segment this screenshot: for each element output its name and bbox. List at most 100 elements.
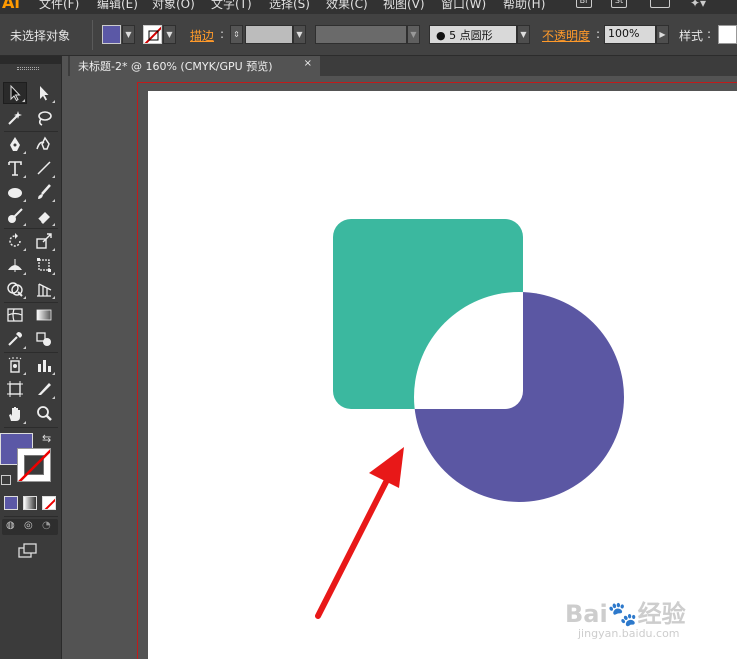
document-tab-title: 未标题-2* @ 160% (CMYK/GPU 预览) <box>78 60 273 73</box>
mesh-tool[interactable] <box>3 304 27 326</box>
gradient-tool[interactable] <box>32 304 56 326</box>
menu-window[interactable]: 窗口(W) <box>441 0 486 12</box>
perspective-grid-icon <box>37 283 52 297</box>
profile-dropdown[interactable]: ▼ <box>407 25 420 44</box>
variable-width-profile[interactable] <box>315 25 407 44</box>
magic-wand-tool[interactable] <box>3 107 27 129</box>
slice-icon <box>38 383 51 395</box>
scale-icon <box>36 233 52 249</box>
no-stroke-icon <box>144 26 161 43</box>
eyedropper-tool[interactable] <box>3 328 27 350</box>
hand-tool[interactable] <box>3 403 27 425</box>
paintbrush-icon <box>38 184 51 199</box>
line-segment-icon <box>37 161 51 175</box>
brush-dropdown[interactable]: ▼ <box>517 25 530 44</box>
none-mode-button[interactable] <box>42 496 56 510</box>
default-fill-stroke-icon[interactable] <box>1 475 11 485</box>
paintbrush-tool[interactable] <box>32 181 56 203</box>
line-segment-tool[interactable] <box>32 157 56 179</box>
zoom-icon <box>37 406 52 421</box>
opacity-field[interactable]: 100% <box>604 25 656 44</box>
artboard-icon <box>7 381 23 397</box>
eraser-icon <box>37 212 50 224</box>
slice-tool[interactable] <box>32 378 56 400</box>
draw-inside-icon[interactable]: ◔ <box>42 520 51 531</box>
menu-object[interactable]: 对象(O) <box>152 0 195 12</box>
stroke-color-box[interactable] <box>17 448 51 482</box>
direct-selection-icon <box>40 86 49 101</box>
tools-panel: ⇆ ◍ ◎ ◔ <box>0 56 62 659</box>
width-icon <box>8 259 22 272</box>
color-mode-button[interactable] <box>4 496 18 510</box>
canvas-area[interactable]: Bai🐾经验 jingyan.baidu.com <box>68 76 737 659</box>
direct-selection-tool[interactable] <box>32 82 56 104</box>
selection-tool[interactable] <box>3 82 27 104</box>
fill-dropdown[interactable]: ▼ <box>122 25 135 44</box>
column-graph-tool[interactable] <box>32 354 56 376</box>
curvature-tool[interactable] <box>32 133 56 155</box>
stroke-label[interactable]: 描边 <box>190 27 214 44</box>
app-logo: Ai <box>2 0 20 12</box>
document-tab[interactable]: 未标题-2* @ 160% (CMYK/GPU 预览) × <box>70 56 320 76</box>
illustrator-window: Ai 文件(F) 编辑(E) 对象(O) 文字(T) 选择(S) 效果(C) 视… <box>0 0 737 659</box>
eraser-tool[interactable] <box>32 205 56 227</box>
symbol-sprayer-tool[interactable] <box>3 354 27 376</box>
menu-view[interactable]: 视图(V) <box>383 0 425 12</box>
stroke-dropdown[interactable]: ▼ <box>163 25 176 44</box>
menu-file[interactable]: 文件(F) <box>39 0 79 12</box>
shaper-icon <box>8 208 23 223</box>
hand-icon <box>9 407 20 421</box>
shaper-tool[interactable] <box>3 205 27 227</box>
close-tab-icon[interactable]: × <box>304 58 312 69</box>
draw-normal-icon[interactable]: ◍ <box>6 520 15 531</box>
screen-mode-button[interactable] <box>18 543 38 559</box>
stroke-weight-dropdown[interactable]: ▼ <box>293 25 306 44</box>
graphic-style-swatch[interactable] <box>718 25 737 44</box>
menu-effect[interactable]: 效果(C) <box>326 0 368 12</box>
rotate-tool[interactable] <box>3 230 27 252</box>
screen-mode-icon <box>18 543 37 558</box>
brush-definition-field[interactable]: ● 5 点圆形 <box>429 25 517 44</box>
draw-behind-icon[interactable]: ◎ <box>24 520 33 531</box>
ellipse-icon <box>8 188 22 198</box>
blend-tool[interactable] <box>32 328 56 350</box>
stroke-weight-stepper[interactable]: ⇕ <box>230 25 243 44</box>
stroke-weight-field[interactable] <box>245 25 293 44</box>
stroke-swatch[interactable] <box>143 25 162 44</box>
lasso-tool[interactable] <box>32 107 56 129</box>
shape-builder-tool[interactable] <box>3 278 27 300</box>
arrange-documents-icon[interactable] <box>650 0 670 8</box>
menu-type[interactable]: 文字(T) <box>211 0 252 12</box>
opacity-label[interactable]: 不透明度 <box>542 27 590 44</box>
stock-button[interactable]: St <box>611 0 627 8</box>
fill-swatch[interactable] <box>102 25 121 44</box>
watermark-brand: Bai🐾经验 <box>565 600 686 628</box>
type-tool[interactable] <box>3 157 27 179</box>
gradient-mode-button[interactable] <box>23 496 37 510</box>
workspace-switcher-icon[interactable]: ✦▾ <box>690 0 706 10</box>
pen-icon <box>10 137 20 151</box>
eyedropper-icon <box>8 332 22 346</box>
watermark-url: jingyan.baidu.com <box>578 627 680 640</box>
artboard-tool[interactable] <box>3 378 27 400</box>
menu-bar: Ai 文件(F) 编辑(E) 对象(O) 文字(T) 选择(S) 效果(C) 视… <box>0 0 737 14</box>
bridge-button[interactable]: Br <box>576 0 592 8</box>
style-label: 样式 <box>679 29 704 43</box>
swap-fill-stroke-icon[interactable]: ⇆ <box>42 432 51 445</box>
zoom-tool[interactable] <box>32 403 56 425</box>
opacity-slider-button[interactable]: ▶ <box>656 25 669 44</box>
menu-select[interactable]: 选择(S) <box>269 0 310 12</box>
pen-tool[interactable] <box>3 133 27 155</box>
perspective-grid-tool[interactable] <box>32 278 56 300</box>
free-transform-icon <box>37 258 51 272</box>
circle-shape[interactable] <box>414 292 624 502</box>
scale-tool[interactable] <box>32 230 56 252</box>
free-transform-tool[interactable] <box>32 254 56 276</box>
artwork-layer <box>315 219 624 619</box>
control-bar: 未选择对象 ▼ ▼ 描边 : ⇕ ▼ ▼ ● 5 点圆形 ▼ 不透明度 : 10… <box>0 14 737 56</box>
width-tool[interactable] <box>3 254 27 276</box>
menu-edit[interactable]: 编辑(E) <box>97 0 138 12</box>
menu-help[interactable]: 帮助(H) <box>503 0 545 12</box>
tools-grip[interactable] <box>17 67 39 70</box>
ellipse-tool[interactable] <box>3 181 27 203</box>
